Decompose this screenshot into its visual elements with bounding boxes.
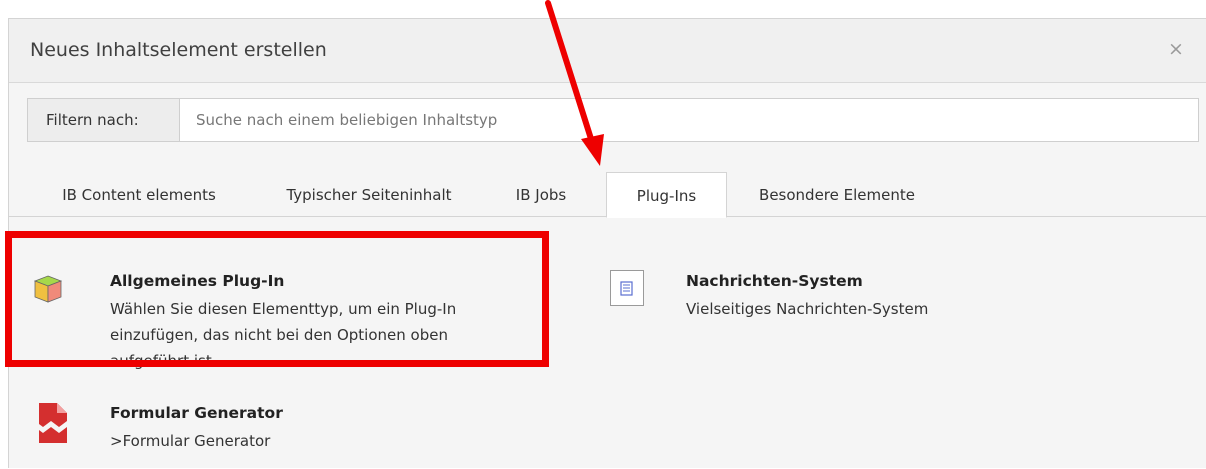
news-document-icon — [610, 270, 644, 306]
item-title: Allgemeines Plug-In — [110, 272, 285, 290]
tab-plug-ins[interactable]: Plug-Ins — [606, 172, 727, 218]
item-description: Wählen Sie diesen Elementtyp, um ein Plu… — [110, 300, 457, 370]
filter-search-input[interactable] — [180, 99, 1198, 141]
item-nachrichten-system[interactable]: Nachrichten-System Vielseitiges Nachrich… — [610, 270, 1130, 323]
item-formular-generator[interactable]: Formular Generator >Formular Generator — [32, 403, 552, 455]
tab-besondere-elemente[interactable]: Besondere Elemente — [739, 172, 935, 217]
dialog-header: Neues Inhaltselement erstellen × — [9, 19, 1206, 83]
tab-typischer-seiteninhalt[interactable]: Typischer Seiteninhalt — [259, 172, 479, 217]
item-allgemeines-plugin[interactable]: Allgemeines Plug-In Wählen Sie diesen El… — [32, 272, 552, 370]
close-button[interactable]: × — [1166, 39, 1186, 59]
close-icon: × — [1168, 38, 1184, 60]
item-description: Vielseitiges Nachrichten-System — [686, 300, 929, 318]
content-type-tabs: IB Content elements Typischer Seiteninha… — [9, 172, 1206, 218]
item-title: Nachrichten-System — [686, 272, 863, 290]
plugins-tab-panel: Allgemeines Plug-In Wählen Sie diesen El… — [9, 217, 1206, 469]
filter-bar: Filtern nach: — [27, 98, 1199, 142]
tab-label: Plug-Ins — [636, 187, 697, 205]
tab-label: IB Content elements — [62, 186, 216, 204]
new-content-element-dialog: Neues Inhaltselement erstellen × Filtern… — [8, 18, 1206, 468]
filter-label: Filtern nach: — [28, 99, 180, 141]
tab-ib-jobs[interactable]: IB Jobs — [503, 172, 579, 217]
tab-label: Typischer Seiteninhalt — [286, 186, 452, 204]
tab-label: IB Jobs — [515, 186, 567, 204]
dialog-title: Neues Inhaltselement erstellen — [30, 39, 327, 61]
plugin-cube-icon — [33, 275, 63, 303]
item-title: Formular Generator — [110, 404, 283, 422]
form-generator-icon — [39, 403, 67, 443]
tab-label: Besondere Elemente — [759, 186, 915, 204]
tab-ib-content-elements[interactable]: IB Content elements — [29, 172, 249, 217]
item-description: >Formular Generator — [110, 432, 271, 450]
